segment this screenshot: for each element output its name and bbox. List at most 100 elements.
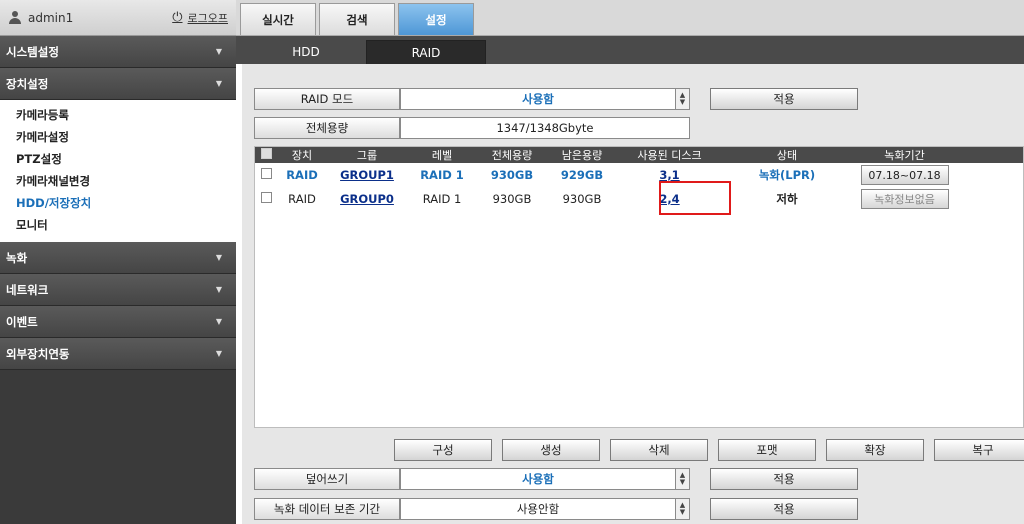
header-status: 상태 xyxy=(776,149,798,162)
header-free: 남은용량 xyxy=(561,149,603,162)
table-header: 장치 그룹 레벨 전체용량 남은용량 사용된 디스크 상태 녹화기간 xyxy=(255,147,1023,163)
user-bar: admin1 ⏻ 로그오프 xyxy=(0,0,236,36)
menu-label: 이벤트 xyxy=(6,314,38,329)
header-total: 전체용량 xyxy=(491,149,533,162)
raid-table: 장치 그룹 레벨 전체용량 남은용량 사용된 디스크 상태 녹화기간 RAID … xyxy=(254,146,1024,428)
caret-down-icon: ▼ xyxy=(215,253,222,262)
submenu-monitor[interactable]: 모니터 xyxy=(0,214,236,236)
raid-mode-spinner[interactable]: ▲ ▼ xyxy=(676,88,690,110)
sub-tabs: HDD RAID xyxy=(236,36,1024,64)
submenu-camera-register[interactable]: 카메라등록 xyxy=(0,104,236,126)
create-button[interactable]: 생성 xyxy=(502,439,600,461)
group-link[interactable]: GROUP1 xyxy=(340,168,394,182)
raid-mode-row: RAID 모드 사용함 ▲ ▼ 적용 xyxy=(254,88,858,110)
menu-label: 네트워크 xyxy=(6,282,49,297)
caret-down-icon: ▼ xyxy=(215,79,222,88)
delete-button[interactable]: 삭제 xyxy=(610,439,708,461)
retention-spinner[interactable]: ▲ ▼ xyxy=(676,498,690,520)
format-button[interactable]: 포맷 xyxy=(718,439,816,461)
table-row[interactable]: RAID GROUP1 RAID 1 930GB 929GB 3,1 녹화(LP… xyxy=(255,163,1023,187)
cell-device: RAID xyxy=(286,168,318,182)
caret-down-icon: ▼ xyxy=(215,47,222,56)
overwrite-select[interactable]: 사용함 xyxy=(400,468,676,490)
cell-device: RAID xyxy=(288,192,316,206)
down-arrow-icon: ▼ xyxy=(679,478,686,486)
cell-free: 930GB xyxy=(562,192,602,206)
retention-apply-button[interactable]: 적용 xyxy=(710,498,858,520)
cell-level: RAID 1 xyxy=(422,192,462,206)
menu-recording[interactable]: 녹화 ▼ xyxy=(0,242,236,274)
overwrite-spinner[interactable]: ▲ ▼ xyxy=(676,468,690,490)
table-row[interactable]: RAID GROUP0 RAID 1 930GB 930GB 2,4 저하 녹화… xyxy=(255,187,1023,211)
cell-total: 930GB xyxy=(490,168,534,182)
menu-event[interactable]: 이벤트 ▼ xyxy=(0,306,236,338)
menu-external-device[interactable]: 외부장치연동 ▼ xyxy=(0,338,236,370)
menu-label: 외부장치연동 xyxy=(6,346,70,361)
header-period: 녹화기간 xyxy=(884,149,925,162)
power-icon: ⏻ xyxy=(172,10,183,25)
tab-live[interactable]: 실시간 xyxy=(240,3,316,35)
capacity-label: 전체용량 xyxy=(254,117,400,139)
tab-raid[interactable]: RAID xyxy=(366,40,486,64)
submenu-camera-channel[interactable]: 카메라채널변경 xyxy=(0,170,236,192)
header-device: 장치 xyxy=(291,149,313,162)
header-group: 그룹 xyxy=(356,149,378,162)
sidebar: admin1 ⏻ 로그오프 시스템설정 ▼ 장치설정 ▼ 카메라등록 카메라설정 PT… xyxy=(0,0,236,524)
group-link[interactable]: GROUP0 xyxy=(340,192,394,206)
caret-down-icon: ▼ xyxy=(215,349,222,358)
header-level: 레벨 xyxy=(431,149,453,162)
retention-select[interactable]: 사용안함 xyxy=(400,498,676,520)
expand-button[interactable]: 확장 xyxy=(826,439,924,461)
capacity-value: 1347/1348Gbyte xyxy=(400,117,690,139)
cell-free: 929GB xyxy=(560,168,604,182)
action-buttons: 구성 생성 삭제 포맷 확장 복구 xyxy=(394,439,1024,461)
cell-status: 녹화(LPR) xyxy=(758,168,816,182)
raid-mode-label: RAID 모드 xyxy=(254,88,400,110)
device-submenu: 카메라등록 카메라설정 PTZ설정 카메라채널변경 HDD/저장장치 모니터 xyxy=(0,100,236,242)
disks-link[interactable]: 3,1 xyxy=(659,168,679,182)
highlight-box xyxy=(659,181,731,215)
submenu-ptz-settings[interactable]: PTZ설정 xyxy=(0,148,236,170)
menu-system-settings[interactable]: 시스템설정 ▼ xyxy=(0,36,236,68)
cell-level: RAID 1 xyxy=(420,168,464,182)
row-checkbox[interactable] xyxy=(260,168,272,179)
header-disks: 사용된 디스크 xyxy=(637,149,702,162)
menu-device-settings[interactable]: 장치설정 ▼ xyxy=(0,68,236,100)
raid-mode-apply-button[interactable]: 적용 xyxy=(710,88,858,110)
overwrite-apply-button[interactable]: 적용 xyxy=(710,468,858,490)
caret-down-icon: ▼ xyxy=(215,317,222,326)
top-tabs: 실시간 검색 설정 xyxy=(236,0,1024,36)
select-all-checkbox[interactable] xyxy=(260,148,272,159)
submenu-camera-settings[interactable]: 카메라설정 xyxy=(0,126,236,148)
cell-status: 저하 xyxy=(776,192,798,206)
capacity-row: 전체용량 1347/1348Gbyte xyxy=(254,117,690,139)
recover-button[interactable]: 복구 xyxy=(934,439,1024,461)
tab-hdd[interactable]: HDD xyxy=(246,40,366,64)
cell-total: 930GB xyxy=(492,192,532,206)
caret-down-icon: ▼ xyxy=(215,285,222,294)
down-arrow-icon: ▼ xyxy=(679,508,686,516)
retention-label: 녹화 데이터 보존 기간 xyxy=(254,498,400,520)
user-icon xyxy=(8,10,22,25)
configure-button[interactable]: 구성 xyxy=(394,439,492,461)
menu-label: 장치설정 xyxy=(6,76,49,91)
menu-label: 시스템설정 xyxy=(6,44,59,59)
menu-network[interactable]: 네트워크 ▼ xyxy=(0,274,236,306)
username: admin1 xyxy=(28,10,74,25)
tab-search[interactable]: 검색 xyxy=(319,3,395,35)
submenu-hdd-storage[interactable]: HDD/저장장치 xyxy=(0,192,236,214)
row-checkbox[interactable] xyxy=(260,192,272,203)
content-area: RAID 모드 사용함 ▲ ▼ 적용 전체용량 1347/1348Gbyte 장치… xyxy=(242,64,1024,524)
overwrite-label: 덮어쓰기 xyxy=(254,468,400,490)
period-button[interactable]: 녹화정보없음 xyxy=(860,189,949,209)
menu-label: 녹화 xyxy=(6,250,28,265)
logout-button[interactable]: ⏻ 로그오프 xyxy=(172,10,228,26)
down-arrow-icon: ▼ xyxy=(679,98,686,106)
period-button[interactable]: 07.18~07.18 xyxy=(860,165,949,185)
logout-label: 로그오프 xyxy=(187,11,228,25)
tab-settings[interactable]: 설정 xyxy=(398,3,474,35)
main-panel: 실시간 검색 설정 HDD RAID RAID 모드 사용함 ▲ ▼ 적용 전체용… xyxy=(236,0,1024,524)
retention-row: 녹화 데이터 보존 기간 사용안함 ▲ ▼ 적용 xyxy=(254,498,858,520)
overwrite-row: 덮어쓰기 사용함 ▲ ▼ 적용 xyxy=(254,468,858,490)
raid-mode-select[interactable]: 사용함 xyxy=(400,88,676,110)
